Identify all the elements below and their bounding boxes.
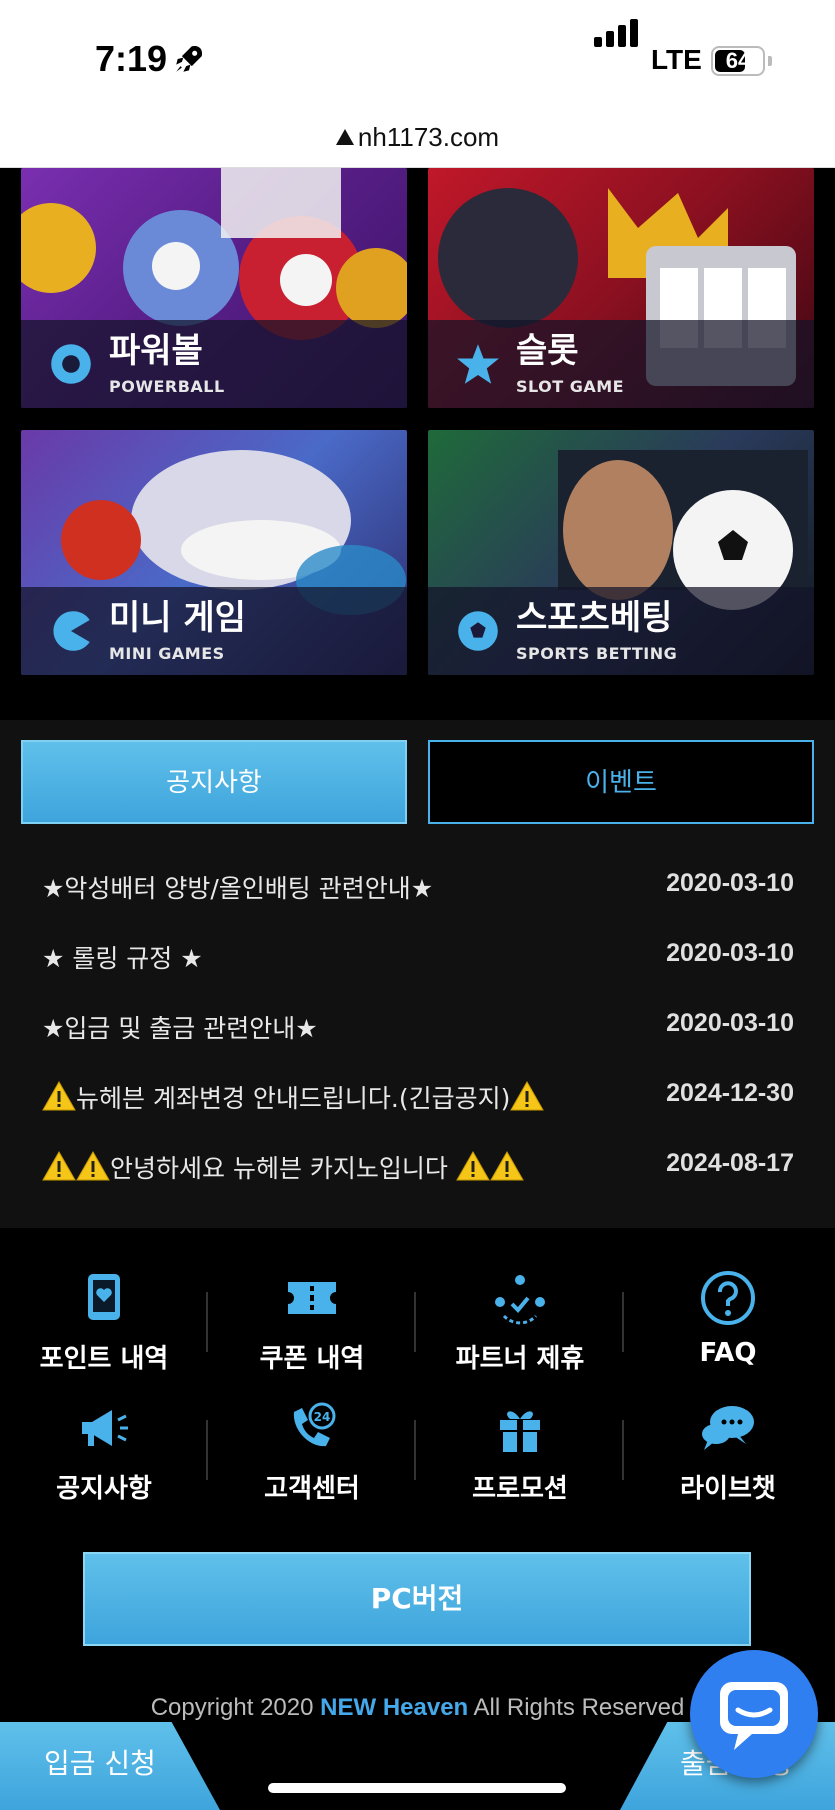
notice-title: ★악성배터 양방/올인배팅 관련안내★	[42, 874, 434, 903]
tab-event[interactable]: 이벤트	[428, 740, 814, 824]
menu-point-history[interactable]: 포인트 내역	[14, 1268, 194, 1375]
notice-date: 2020-03-10	[666, 869, 794, 897]
menu-label: 포인트 내역	[39, 1344, 169, 1374]
svg-text:24: 24	[314, 1410, 331, 1424]
chat-bubbles-icon	[702, 1406, 754, 1450]
menu-faq[interactable]: FAQ	[638, 1268, 818, 1368]
pc-version-button[interactable]: PC버전	[83, 1552, 751, 1646]
rocket-icon	[176, 45, 203, 72]
menu-promotion[interactable]: 프로모션	[430, 1398, 610, 1505]
tile-subtitle: SPORTS BETTING	[516, 644, 678, 663]
tab-notice[interactable]: 공지사항	[21, 740, 407, 824]
notice-date: 2024-08-17	[666, 1149, 794, 1177]
menu-divider	[206, 1420, 208, 1480]
menu-divider	[206, 1292, 208, 1352]
notice-title: ★ 롤링 규정 ★	[42, 944, 203, 973]
notice-row[interactable]: 안녕하세요 뉴헤븐 카지노입니다 2024-08-17	[42, 1149, 794, 1189]
pacman-icon	[53, 611, 90, 651]
menu-label: 프로모션	[472, 1474, 568, 1504]
menu-coupon-history[interactable]: 쿠폰 내역	[222, 1268, 402, 1375]
star-icon	[457, 344, 499, 384]
warning-icon	[489, 1150, 524, 1181]
notice-title: 뉴헤븐 계좌변경 안내드립니다.(긴급공지)	[76, 1084, 511, 1113]
notice-date: 2020-03-10	[666, 1009, 794, 1037]
eight-ball-icon	[51, 344, 91, 384]
notice-row[interactable]: ★ 롤링 규정 ★ 2020-03-10	[42, 939, 794, 979]
menu-partner[interactable]: 파트너 제휴	[430, 1268, 610, 1375]
warning-icon	[42, 1080, 76, 1111]
menu-label: 라이브챗	[680, 1474, 776, 1504]
tile-title: 파워볼	[109, 331, 203, 371]
chat-bubble-icon	[720, 1682, 788, 1750]
game-tile-powerball[interactable]: 파워볼 POWERBALL	[21, 168, 407, 408]
url-text: nh1173.com	[357, 122, 500, 152]
partner-icon	[495, 1275, 545, 1325]
menu-notice[interactable]: 공지사항	[14, 1398, 194, 1505]
copyright-prefix: Copyright 2020	[150, 1694, 321, 1721]
deposit-label: 입금 신청	[44, 1747, 156, 1780]
home-indicator	[268, 1783, 566, 1793]
notice-title-wrap: 안녕하세요 뉴헤븐 카지노입니다	[42, 1149, 524, 1185]
tile-title: 미니 게임	[109, 598, 246, 638]
notice-date: 2024-12-30	[666, 1079, 794, 1107]
battery-nub	[768, 56, 772, 66]
brand-name: NEW Heaven	[320, 1694, 469, 1721]
menu-divider	[414, 1292, 416, 1352]
status-bar: 7:19 LTE 64	[0, 0, 835, 112]
warning-icon	[510, 1080, 545, 1111]
menu-divider	[622, 1292, 624, 1352]
game-tile-sports-betting[interactable]: 스포츠베팅 SPORTS BETTING	[428, 430, 814, 675]
megaphone-icon	[82, 1410, 128, 1446]
mobile-page: 7:19 LTE 64 nh1173.com 파워볼 POWERBALL 슬롯 …	[0, 0, 835, 1810]
menu-label: 파트너 제휴	[455, 1344, 585, 1374]
menu-label: 고객센터	[264, 1474, 360, 1504]
notice-title: 안녕하세요 뉴헤븐 카지노입니다	[110, 1154, 448, 1183]
gift-icon	[500, 1411, 540, 1452]
menu-divider	[622, 1420, 624, 1480]
notice-title-wrap: 뉴헤븐 계좌변경 안내드립니다.(긴급공지)	[42, 1079, 545, 1115]
game-tile-slot[interactable]: 슬롯 SLOT GAME	[428, 168, 814, 408]
menu-divider	[414, 1420, 416, 1480]
warning-icon	[455, 1150, 490, 1181]
question-icon	[701, 1271, 755, 1325]
support-24-icon: 24	[293, 1402, 336, 1447]
network-label: LTE	[651, 44, 702, 75]
tile-subtitle: MINI GAMES	[109, 644, 225, 663]
tile-subtitle: SLOT GAME	[516, 377, 625, 396]
copyright-suffix: All Rights Reserved	[468, 1694, 685, 1721]
menu-label: FAQ	[699, 1338, 757, 1368]
tile-title: 스포츠베팅	[516, 598, 673, 638]
battery-level: 64	[725, 48, 751, 73]
menu-label: 공지사항	[56, 1474, 152, 1504]
menu-customer-center[interactable]: 24 고객센터	[222, 1398, 402, 1505]
notice-row[interactable]: 뉴헤븐 계좌변경 안내드립니다.(긴급공지) 2024-12-30	[42, 1079, 794, 1119]
soccer-ball-icon	[458, 611, 498, 651]
deposit-request-button[interactable]: 입금 신청	[0, 1722, 220, 1810]
battery-icon: 64	[711, 46, 765, 76]
notice-date: 2020-03-10	[666, 939, 794, 967]
tile-subtitle: POWERBALL	[109, 377, 225, 396]
warning-icon	[76, 1150, 110, 1181]
address-bar[interactable]: nh1173.com	[0, 112, 835, 168]
tile-title: 슬롯	[516, 331, 579, 371]
coupon-icon	[288, 1282, 336, 1314]
point-history-icon	[88, 1274, 120, 1320]
warning-icon	[42, 1150, 76, 1181]
game-tile-mini-games[interactable]: 미니 게임 MINI GAMES	[21, 430, 407, 675]
not-secure-warning-icon	[335, 129, 354, 145]
status-time: 7:19	[95, 38, 168, 79]
notice-row[interactable]: ★입금 및 출금 관련안내★ 2020-03-10	[42, 1009, 794, 1049]
menu-label: 쿠폰 내역	[259, 1344, 365, 1374]
menu-live-chat[interactable]: 라이브챗	[638, 1398, 818, 1505]
notice-title: ★입금 및 출금 관련안내★	[42, 1014, 318, 1043]
live-chat-fab[interactable]	[690, 1650, 818, 1778]
notice-row[interactable]: ★악성배터 양방/올인배팅 관련안내★ 2020-03-10	[42, 869, 794, 909]
